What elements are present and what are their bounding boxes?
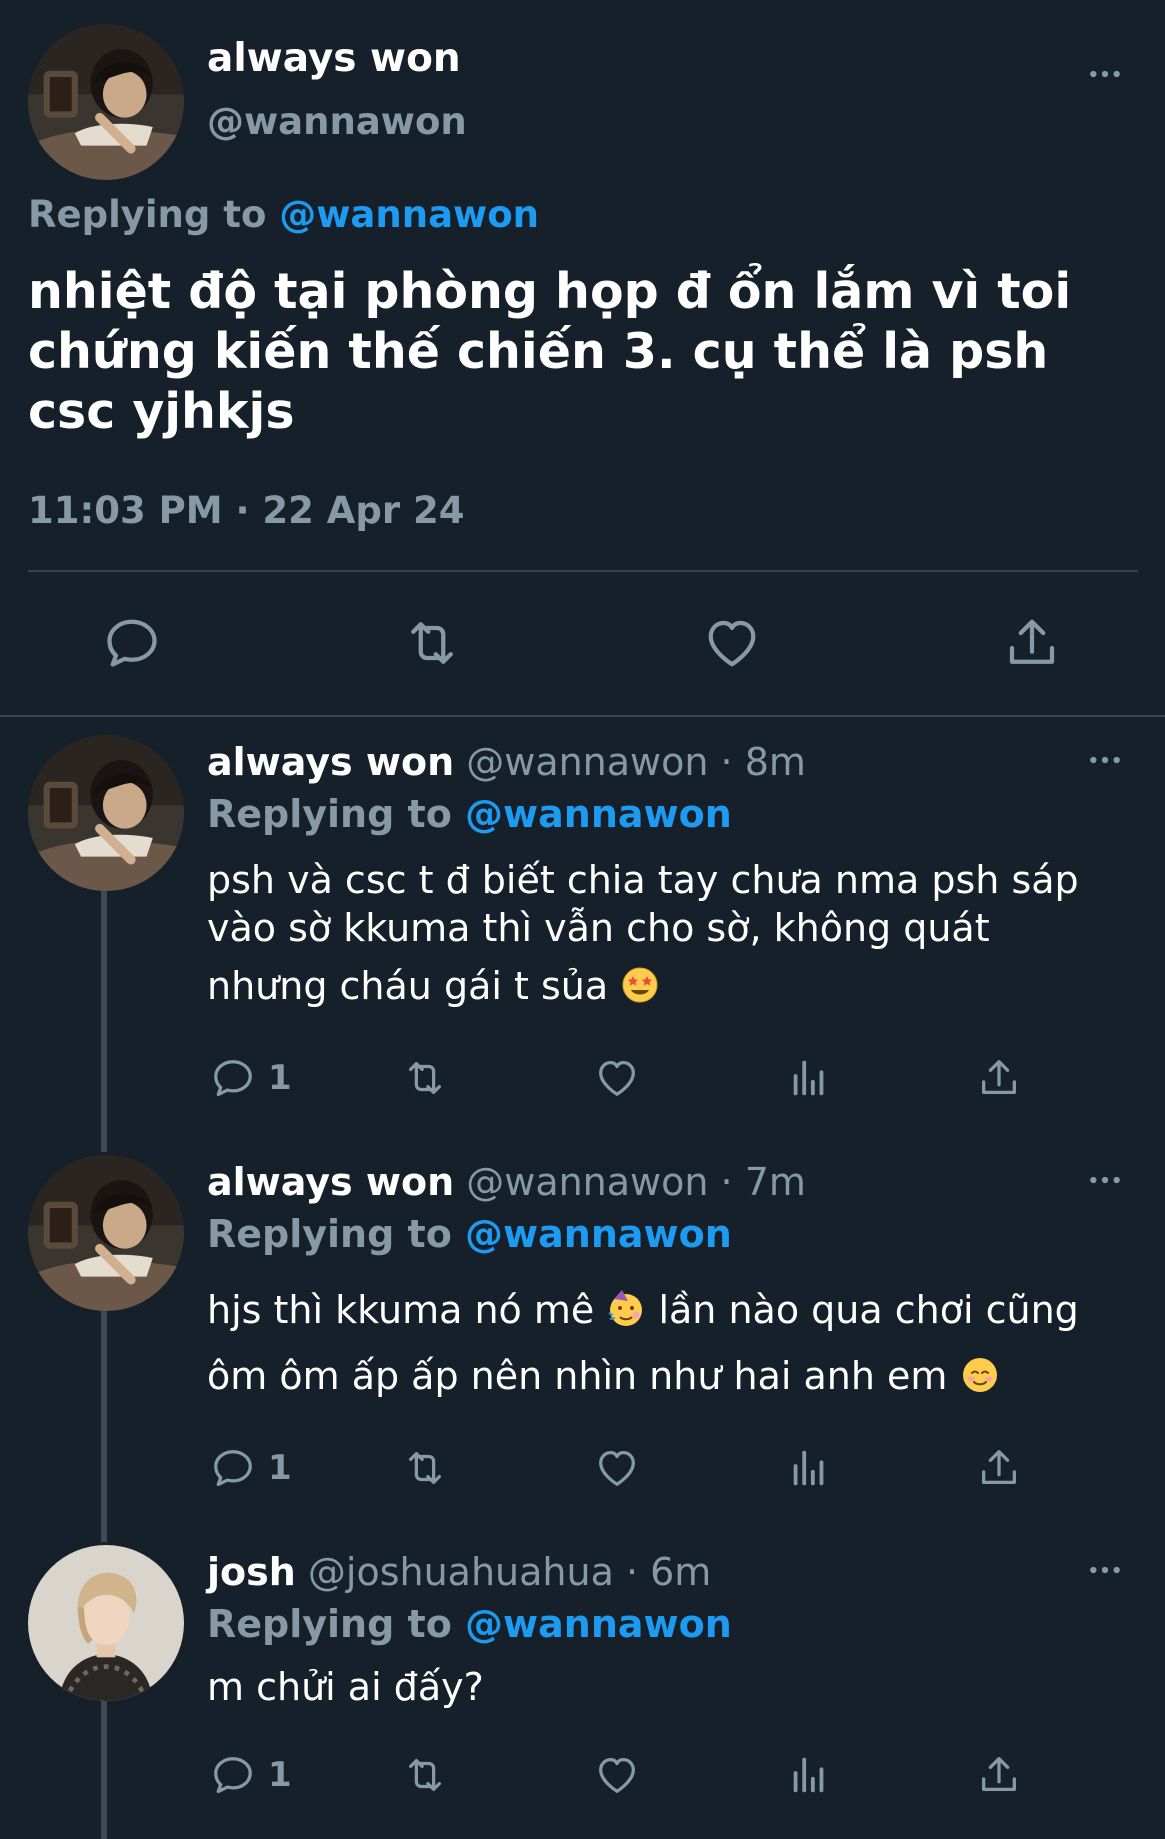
- reply-header: always won @wannawon · 7m: [207, 1160, 806, 1204]
- avatar-image: [28, 1545, 184, 1701]
- author-name[interactable]: josh: [207, 1550, 296, 1594]
- replying-to-label: Replying to: [207, 792, 466, 836]
- replying-to-label: Replying to: [207, 1212, 466, 1256]
- reply-text-line-2: ôm ôm ấp ấp nên nhìn như hai anh em: [207, 1354, 1127, 1398]
- divider: [28, 570, 1138, 572]
- reply-text: m chửi ai đấy?: [207, 1665, 484, 1709]
- reply-text-line: psh và csc t đ biết chia tay chưa nma ps…: [207, 858, 1079, 902]
- reply-text-segment: lần nào qua chơi cũng: [658, 1288, 1079, 1332]
- reply-count: 1: [268, 1755, 292, 1795]
- reply-text-line-3: nhưng cháu gái t sủa: [207, 964, 1107, 1008]
- reply-text-line: nhưng cháu gái t sủa: [207, 964, 609, 1008]
- like-icon[interactable]: [594, 1752, 640, 1798]
- replying-to-link[interactable]: @wannawon: [279, 193, 539, 236]
- avatar[interactable]: [28, 1545, 184, 1701]
- thread-line: [101, 1310, 107, 1542]
- tweet-text: nhiệt độ tại phòng họp đ ổn lắm vì toi c…: [28, 263, 1072, 440]
- replying-to-link[interactable]: @wannawon: [465, 1602, 732, 1646]
- replying-to-link[interactable]: @wannawon: [465, 1212, 732, 1256]
- avatar[interactable]: [28, 1155, 184, 1311]
- avatar[interactable]: [28, 24, 184, 180]
- reply-icon[interactable]: [102, 613, 162, 673]
- replying-to-link[interactable]: @wannawon: [465, 792, 732, 836]
- more-icon[interactable]: [1083, 1160, 1127, 1200]
- retweet-icon[interactable]: [402, 613, 462, 673]
- author-meta: @joshuahuahua · 6m: [307, 1550, 712, 1594]
- replying-to: Replying to @wannawon: [28, 193, 539, 236]
- reply-text: hjs thì kkuma nó mê lần nào qua chơi cũn…: [207, 1288, 1127, 1398]
- replying-to-label: Replying to: [207, 1602, 466, 1646]
- like-icon[interactable]: [702, 613, 762, 673]
- like-icon[interactable]: [594, 1445, 640, 1491]
- avatar-image: [28, 24, 184, 180]
- reply-text-segment: hjs thì kkuma nó mê: [207, 1288, 595, 1332]
- tweet-timestamp[interactable]: 11:03 PM · 22 Apr 24: [28, 489, 465, 532]
- author-name[interactable]: always won: [207, 36, 461, 81]
- author-name[interactable]: always won: [207, 1160, 454, 1204]
- author-handle[interactable]: @wannawon: [207, 100, 467, 143]
- reply-header: josh @joshuahuahua · 6m: [207, 1550, 711, 1594]
- like-icon[interactable]: [594, 1055, 640, 1101]
- reply-text-line-1: hjs thì kkuma nó mê lần nào qua chơi cũn…: [207, 1288, 1127, 1354]
- replying-to: Replying to @wannawon: [207, 1602, 732, 1646]
- retweet-icon[interactable]: [402, 1752, 448, 1798]
- reply-text-line: vào sờ kkuma thì vẫn cho sờ, không quát: [207, 906, 990, 950]
- avatar-image: [28, 1155, 184, 1311]
- reply-icon[interactable]: [210, 1055, 256, 1101]
- reply-text-segment: ôm ôm ấp ấp nên nhìn như hai anh em: [207, 1354, 948, 1398]
- avatar-image: [28, 735, 184, 891]
- share-icon[interactable]: [976, 1752, 1022, 1798]
- views-icon[interactable]: [786, 1445, 832, 1491]
- avatar[interactable]: [28, 735, 184, 891]
- author-meta: @wannawon · 7m: [466, 1160, 806, 1204]
- author-meta: @wannawon · 8m: [466, 740, 806, 784]
- replying-to: Replying to @wannawon: [207, 1212, 732, 1256]
- more-icon[interactable]: [1083, 740, 1127, 780]
- thread-line: [101, 890, 107, 1152]
- share-icon[interactable]: [976, 1055, 1022, 1101]
- more-icon[interactable]: [1083, 1550, 1127, 1590]
- reply-count: 1: [268, 1448, 292, 1488]
- retweet-icon[interactable]: [402, 1055, 448, 1101]
- star-struck-emoji: [620, 965, 660, 1005]
- partying-face-emoji: [606, 1289, 646, 1329]
- reply-count: 1: [268, 1058, 292, 1098]
- thread-line: [101, 1700, 107, 1839]
- author-name[interactable]: always won: [207, 740, 454, 784]
- reply-icon[interactable]: [210, 1445, 256, 1491]
- replying-to: Replying to @wannawon: [207, 792, 732, 836]
- divider: [0, 715, 1165, 717]
- smiling-face-emoji: [960, 1355, 1000, 1395]
- retweet-icon[interactable]: [402, 1445, 448, 1491]
- reply-text: psh và csc t đ biết chia tay chưa nma ps…: [207, 858, 1107, 1008]
- reply-header: always won @wannawon · 8m: [207, 740, 806, 784]
- reply-icon[interactable]: [210, 1752, 256, 1798]
- views-icon[interactable]: [786, 1055, 832, 1101]
- share-icon[interactable]: [1002, 613, 1062, 673]
- more-icon[interactable]: [1083, 54, 1127, 94]
- replying-to-label: Replying to: [28, 193, 280, 236]
- share-icon[interactable]: [976, 1445, 1022, 1491]
- views-icon[interactable]: [786, 1752, 832, 1798]
